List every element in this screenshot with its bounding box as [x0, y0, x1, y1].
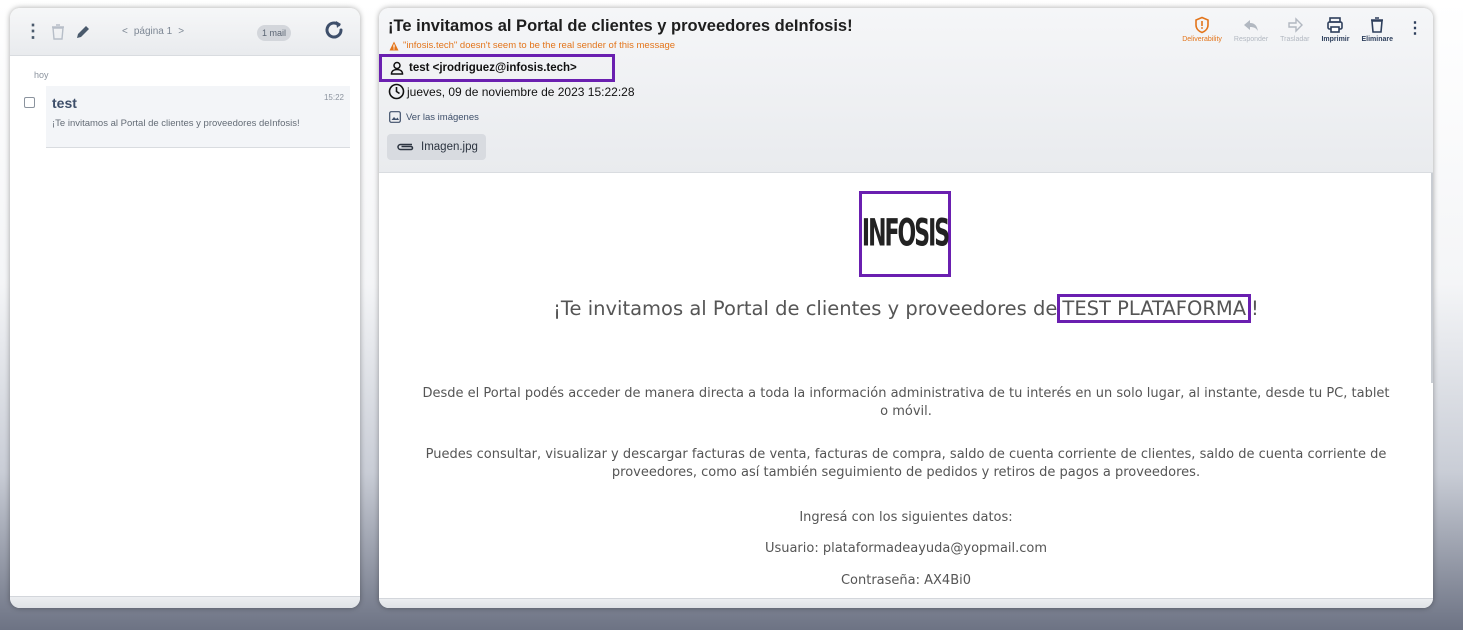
body-paragraph-1: Desde el Portal podés acceder de manera … [422, 386, 1390, 419]
list-item[interactable]: test 15:22 ¡Te invitamos al Portal de cl… [24, 86, 350, 148]
mail-list-panel: ⋮ < página 1 > 1 mail hoy test 15:22 ¡Te… [10, 8, 360, 608]
delete-button[interactable]: Eliminare [1361, 16, 1393, 43]
mail-time: 15:22 [323, 93, 344, 102]
attachment-chip[interactable]: Imagen.jpg [387, 134, 486, 160]
delete-label: Eliminare [1361, 36, 1393, 43]
mail-preview: ¡Te invitamos al Portal de clientes y pr… [52, 118, 300, 129]
reply-icon [1244, 20, 1259, 31]
reply-button[interactable]: Responder [1234, 16, 1268, 43]
infosis-logo: INFOSIS [859, 191, 951, 277]
more-vertical-icon[interactable]: ⋮ [24, 21, 42, 42]
message-body: INFOSIS ¡Te invitamos al Portal de clien… [379, 173, 1433, 608]
more-vertical-icon[interactable]: ⋮ [1407, 18, 1423, 38]
paperclip-icon [397, 143, 414, 151]
pager: < página 1 > [122, 26, 184, 37]
trash-icon [1371, 17, 1384, 33]
list-toolbar: ⋮ < página 1 > 1 mail [10, 8, 360, 56]
view-images-label: Ver las imágenes [406, 111, 479, 123]
scrollbar[interactable] [1431, 173, 1433, 383]
shield-warning-icon [1195, 16, 1209, 34]
list-footer [10, 596, 360, 608]
move-label: Trasladar [1280, 36, 1310, 43]
reply-label: Responder [1233, 36, 1269, 43]
date-line: jueves, 09 de noviembre de 2023 15:22:28 [388, 83, 635, 100]
message-panel: ¡Te invitamos al Portal de clientes y pr… [379, 8, 1433, 608]
pager-prev-button[interactable]: < [122, 26, 128, 37]
sender-warning: "infosis.tech" doesn't seem to be the re… [389, 40, 675, 51]
attachment-name: Imagen.jpg [421, 141, 478, 153]
deliverability-label: Deliverability [1182, 36, 1222, 43]
day-group-label: hoy [34, 70, 49, 80]
mail-count-badge: 1 mail [257, 25, 292, 41]
select-checkbox[interactable] [24, 97, 35, 108]
password-credential: Contraseña: AX4Bi0 [840, 573, 972, 588]
mail-sender: test [52, 95, 77, 111]
sender-warning-text: "infosis.tech" doesn't seem to be the re… [403, 40, 676, 51]
body-paragraph-3: Ingresá con los siguientes datos: [799, 510, 1013, 525]
message-footer [379, 598, 1433, 608]
sender-line: test <jrodriguez@infosis.tech> [379, 54, 615, 82]
trash-icon[interactable] [50, 23, 66, 40]
body-paragraph-2: Puedes consultar, visualizar y descargar… [425, 447, 1387, 480]
headline-prefix: ¡Te invitamos al Portal de clientes y pr… [553, 297, 1058, 320]
image-icon [389, 111, 401, 123]
message-date: jueves, 09 de noviembre de 2023 15:22:28 [407, 84, 635, 99]
sender-address[interactable]: test <jrodriguez@infosis.tech> [409, 62, 577, 74]
logo-text: INFOSIS [861, 212, 950, 256]
print-button[interactable]: Imprimir [1321, 16, 1349, 43]
message-subject: ¡Te invitamos al Portal de clientes y pr… [388, 17, 853, 35]
clock-icon [388, 83, 405, 100]
user-credential: Usuario: plataformadeayuda@yopmail.com [764, 541, 1048, 556]
move-button[interactable]: Trasladar [1280, 16, 1309, 43]
printer-icon [1327, 17, 1344, 33]
forward-arrow-icon [1288, 17, 1303, 33]
body-headline: ¡Te invitamos al Portal de clientes y pr… [379, 294, 1433, 323]
headline-brand: TEST PLATAFORMA [1057, 294, 1252, 323]
view-images-link[interactable]: Ver las imágenes [389, 111, 479, 123]
headline-suffix: ! [1251, 297, 1259, 320]
deliverability-button[interactable]: Deliverability [1182, 16, 1222, 43]
person-icon [390, 61, 404, 75]
compose-pencil-icon[interactable] [74, 23, 92, 41]
refresh-icon[interactable] [322, 18, 346, 42]
pager-label: página 1 [133, 26, 173, 37]
message-toolbar: Deliverability Responder Trasladar Impri… [1170, 16, 1423, 43]
print-label: Imprimir [1321, 36, 1350, 43]
pager-next-button[interactable]: > [178, 26, 184, 37]
message-header: ¡Te invitamos al Portal de clientes y pr… [379, 8, 1433, 173]
warning-icon [389, 41, 399, 50]
